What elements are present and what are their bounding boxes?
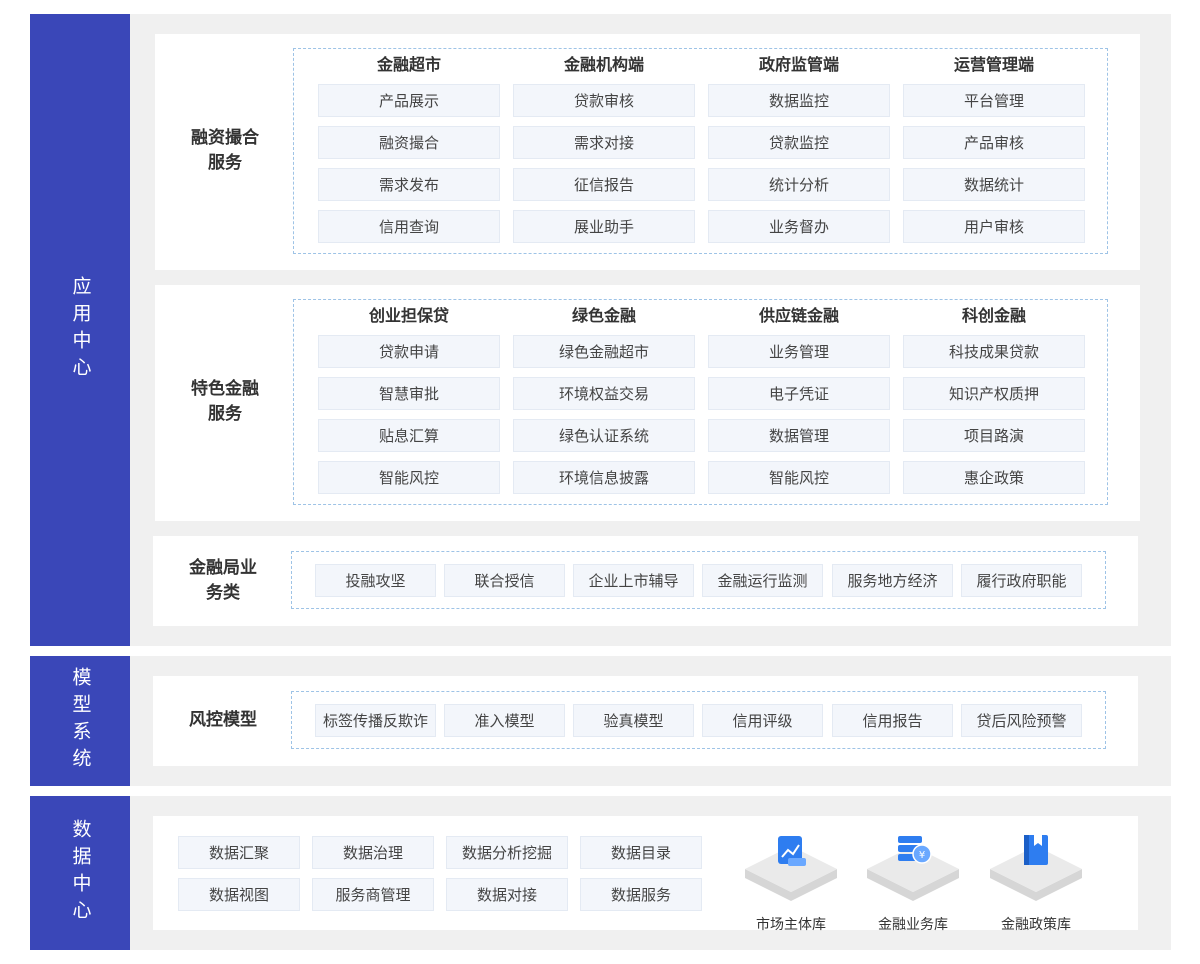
service-item[interactable]: 业务督办 <box>708 210 890 243</box>
service-item[interactable]: 数据管理 <box>708 419 890 452</box>
financing-col-head: 政府监管端 <box>758 55 839 74</box>
data-item[interactable]: 数据视图 <box>178 878 300 911</box>
layer-label-data: 数据中心 <box>30 796 130 950</box>
platform-base: ¥ <box>867 836 959 901</box>
service-item[interactable]: 金融运行监测 <box>702 564 823 597</box>
service-item[interactable]: 平台管理 <box>903 84 1085 117</box>
bureau-title: 金融局业 务类 <box>153 556 293 606</box>
service-item[interactable]: 展业助手 <box>513 210 695 243</box>
database-label: 金融业务库 <box>878 917 948 933</box>
special-col-head: 供应链金融 <box>758 306 839 325</box>
service-item[interactable]: 惠企政策 <box>903 461 1085 494</box>
service-item[interactable]: 信用查询 <box>318 210 500 243</box>
financing-title-line2: 服务 <box>208 153 242 173</box>
service-item[interactable]: 贷款审核 <box>513 84 695 117</box>
service-item[interactable]: 项目路演 <box>903 419 1085 452</box>
service-item[interactable]: 电子凭证 <box>708 377 890 410</box>
service-item[interactable]: 绿色认证系统 <box>513 419 695 452</box>
service-item[interactable]: 智能风控 <box>708 461 890 494</box>
database-finance-policy[interactable]: 金融政策库 <box>986 830 1086 933</box>
model-item[interactable]: 贷后风险预警 <box>961 704 1082 737</box>
risk-title: 风控模型 <box>189 710 257 730</box>
special-title-line2: 服务 <box>208 404 242 424</box>
data-item[interactable]: 数据汇聚 <box>178 836 300 869</box>
special-title-line1: 特色金融 <box>191 379 259 399</box>
service-item[interactable]: 数据监控 <box>708 84 890 117</box>
financing-title: 融资撮合 服务 <box>155 126 295 176</box>
financing-panel: 融资撮合 服务 金融超市 金融机构端 政府监管端 运营管理端 产品展示 融资撮合… <box>155 34 1140 270</box>
service-item[interactable]: 产品展示 <box>318 84 500 117</box>
special-finance-panel: 特色金融 服务 创业担保贷 绿色金融 供应链金融 科创金融 贷款申请 智慧审批 … <box>155 285 1140 521</box>
data-item[interactable]: 数据治理 <box>312 836 434 869</box>
service-item[interactable]: 环境信息披露 <box>513 461 695 494</box>
service-item[interactable]: 智能风控 <box>318 461 500 494</box>
service-item[interactable]: 贷款申请 <box>318 335 500 368</box>
database-label: 金融政策库 <box>1001 917 1071 933</box>
platform-base <box>745 836 837 901</box>
service-item[interactable]: 知识产权质押 <box>903 377 1085 410</box>
service-item[interactable]: 统计分析 <box>708 168 890 201</box>
bureau-title-line1: 金融局业 <box>189 558 257 578</box>
service-item[interactable]: 用户审核 <box>903 210 1085 243</box>
chart-document-icon <box>778 836 806 866</box>
service-item[interactable]: 需求对接 <box>513 126 695 159</box>
architecture-diagram: 应用中心 融资撮合 服务 金融超市 金融机构端 政府监管端 运营管理端 产品展示… <box>0 0 1200 964</box>
bureau-title-line2: 务类 <box>206 583 240 603</box>
service-item[interactable]: 企业上市辅导 <box>573 564 694 597</box>
service-item[interactable]: 履行政府职能 <box>961 564 1082 597</box>
book-icon <box>1024 835 1048 865</box>
model-item[interactable]: 信用评级 <box>702 704 823 737</box>
financing-col-head: 金融机构端 <box>563 55 644 74</box>
data-item[interactable]: 数据对接 <box>446 878 568 911</box>
service-item[interactable]: 数据统计 <box>903 168 1085 201</box>
model-item[interactable]: 验真模型 <box>573 704 694 737</box>
service-item[interactable]: 贴息汇算 <box>318 419 500 452</box>
service-item[interactable]: 科技成果贷款 <box>903 335 1085 368</box>
layer-label-app: 应用中心 <box>30 14 130 646</box>
special-title: 特色金融 服务 <box>155 377 295 427</box>
data-item[interactable]: 数据分析挖掘 <box>446 836 568 869</box>
service-item[interactable]: 产品审核 <box>903 126 1085 159</box>
service-item[interactable]: 征信报告 <box>513 168 695 201</box>
special-col-head: 科创金融 <box>961 306 1026 325</box>
service-item[interactable]: 联合授信 <box>444 564 565 597</box>
layer-label-model: 模型系统 <box>30 656 130 786</box>
model-item[interactable]: 准入模型 <box>444 704 565 737</box>
database-finance-business[interactable]: ¥ 金融业务库 <box>863 830 963 933</box>
data-item[interactable]: 数据目录 <box>580 836 702 869</box>
service-item[interactable]: 需求发布 <box>318 168 500 201</box>
coin-stack-icon: ¥ <box>898 836 932 864</box>
service-item[interactable]: 业务管理 <box>708 335 890 368</box>
data-center-panel: 数据汇聚 数据治理 数据分析挖掘 数据目录 数据视图 服务商管理 数据对接 数据… <box>153 816 1138 933</box>
service-item[interactable]: 环境权益交易 <box>513 377 695 410</box>
model-item[interactable]: 信用报告 <box>832 704 953 737</box>
data-item[interactable]: 数据服务 <box>580 878 702 911</box>
data-item[interactable]: 服务商管理 <box>312 878 434 911</box>
layer-label-model-text: 模型系统 <box>69 667 92 775</box>
service-item[interactable]: 服务地方经济 <box>832 564 953 597</box>
service-item[interactable]: 智慧审批 <box>318 377 500 410</box>
model-item[interactable]: 标签传播反欺诈 <box>315 704 436 737</box>
platform-base <box>990 835 1082 901</box>
special-col-head: 绿色金融 <box>571 306 636 325</box>
risk-model-panel: 风控模型 标签传播反欺诈 准入模型 验真模型 信用评级 信用报告 贷后风险预警 <box>153 676 1138 766</box>
financing-title-line1: 融资撮合 <box>191 128 259 148</box>
svg-text:¥: ¥ <box>919 850 925 861</box>
financing-col-head: 金融超市 <box>376 55 441 74</box>
service-item[interactable]: 绿色金融超市 <box>513 335 695 368</box>
database-label: 市场主体库 <box>756 917 826 933</box>
bureau-panel: 金融局业 务类 投融攻坚 联合授信 企业上市辅导 金融运行监测 服务地方经济 履… <box>153 536 1138 626</box>
special-col-head: 创业担保贷 <box>368 306 449 325</box>
layer-label-app-text: 应用中心 <box>69 276 92 384</box>
service-item[interactable]: 贷款监控 <box>708 126 890 159</box>
service-item[interactable]: 融资撮合 <box>318 126 500 159</box>
service-item[interactable]: 投融攻坚 <box>315 564 436 597</box>
financing-col-head: 运营管理端 <box>953 55 1034 74</box>
database-market-entity[interactable]: 市场主体库 <box>741 830 841 933</box>
layer-label-data-text: 数据中心 <box>69 819 92 927</box>
